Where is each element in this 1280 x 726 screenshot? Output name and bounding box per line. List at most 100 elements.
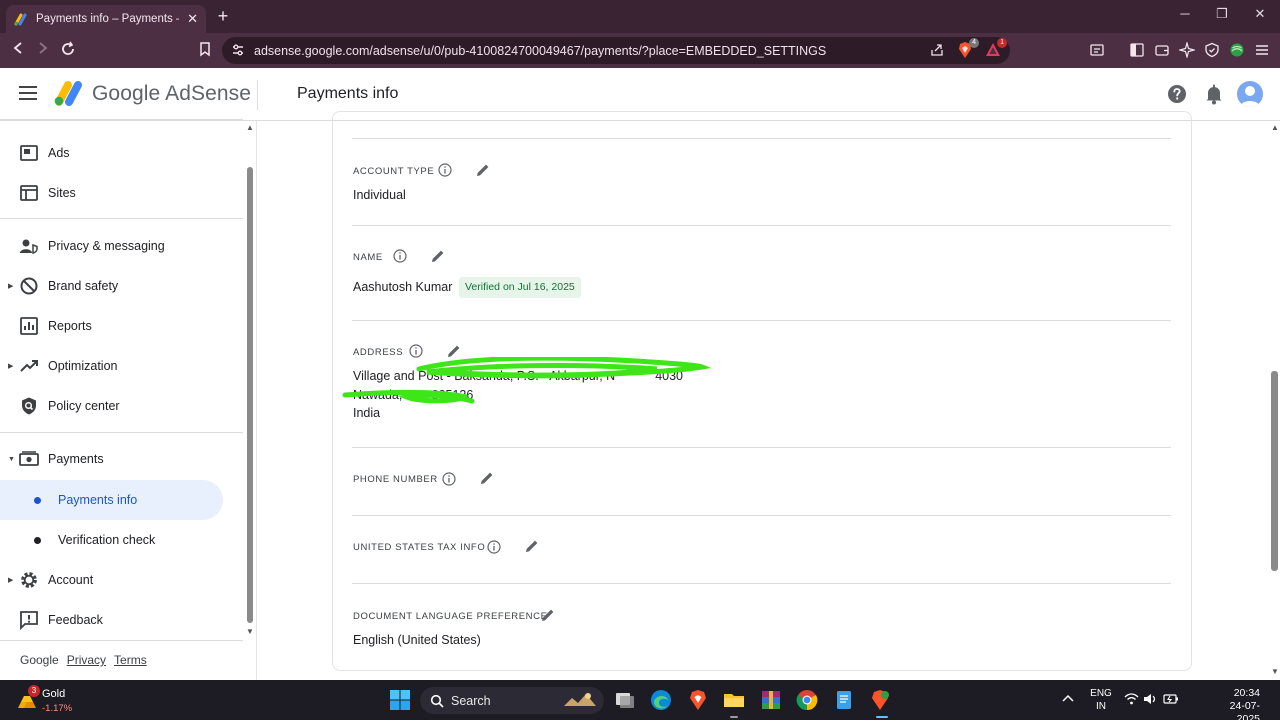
row-divider (352, 583, 1171, 584)
expand-caret-icon[interactable]: ▶ (8, 576, 13, 584)
sidebar-toggle-icon[interactable] (1129, 42, 1145, 58)
account-avatar[interactable] (1237, 81, 1263, 107)
brave-shields-icon[interactable]: 4 (956, 38, 979, 59)
extension-icon[interactable] (1229, 42, 1245, 58)
scroll-up-icon[interactable]: ▲ (1270, 123, 1280, 132)
sidebar-item-account[interactable]: ▶ Account (0, 560, 243, 600)
sidebar-nav: Ads Sites Privacy & messaging ▶ Brand sa… (0, 119, 257, 680)
account-type-value: Individual (353, 188, 406, 202)
sidebar-scrollbar[interactable]: ▲ ▼ (245, 121, 255, 641)
scroll-down-icon[interactable]: ▼ (245, 627, 255, 636)
search-icon (430, 694, 444, 708)
edit-name-icon[interactable] (430, 248, 446, 264)
block-icon (19, 276, 39, 296)
tab-close-icon[interactable]: ✕ (187, 11, 198, 27)
window-close-icon[interactable]: ✕ (1250, 6, 1270, 22)
info-icon[interactable] (442, 472, 456, 486)
wallet-icon[interactable] (1154, 42, 1170, 58)
account-type-label: ACCOUNT TYPE (353, 166, 435, 177)
page-title: Payments info (297, 85, 399, 102)
info-icon[interactable] (409, 344, 423, 358)
sidebar-item-feedback[interactable]: Feedback (0, 600, 243, 640)
wifi-icon[interactable] (1124, 693, 1139, 709)
sidebar-item-verification-check[interactable]: Verification check (0, 520, 243, 560)
help-icon[interactable] (1167, 84, 1187, 104)
main-menu-icon[interactable] (19, 86, 37, 100)
sidebar-item-label: Optimization (48, 359, 118, 373)
bookmark-icon[interactable] (195, 41, 215, 62)
sidebar-item-label: Ads (48, 146, 70, 160)
browser-tab[interactable]: Payments info – Payments – Goo ✕ (6, 5, 206, 33)
windows-start-icon[interactable] (389, 689, 411, 711)
row-divider (352, 138, 1171, 139)
sidebar-scroll-thumb[interactable] (247, 167, 253, 623)
adsense-logo[interactable] (54, 80, 84, 106)
edit-phone-icon[interactable] (479, 470, 495, 486)
browser-menu-icon[interactable] (1254, 42, 1270, 58)
sidebar-item-ads[interactable]: Ads (0, 133, 243, 173)
scroll-up-icon[interactable]: ▲ (245, 123, 255, 132)
edit-document-language-icon[interactable] (540, 607, 556, 623)
sidebar-item-label: Feedback (48, 613, 103, 627)
file-explorer-icon[interactable] (723, 689, 745, 711)
sidebar-item-label: Sites (48, 186, 76, 200)
share-icon[interactable] (930, 43, 944, 57)
show-hidden-icons-icon[interactable] (1062, 693, 1074, 707)
info-icon[interactable] (393, 249, 407, 263)
language-line-1: ENG (1090, 688, 1112, 699)
task-view-icon[interactable] (614, 689, 636, 711)
battery-icon[interactable] (1163, 693, 1179, 709)
edit-us-tax-icon[interactable] (524, 538, 540, 554)
taskbar-search[interactable]: Search (420, 687, 604, 714)
main-scroll-thumb[interactable] (1271, 371, 1278, 571)
expand-caret-icon[interactable]: ▶ (8, 362, 13, 370)
collapse-caret-icon[interactable]: ▼ (8, 456, 15, 463)
sidebar-item-sites[interactable]: Sites (0, 173, 243, 213)
sidebar-item-label: Payments (48, 452, 104, 466)
info-icon[interactable] (438, 163, 452, 177)
language-indicator[interactable]: ENG IN (1089, 687, 1113, 713)
chrome-icon[interactable] (796, 689, 818, 711)
notepad-icon[interactable] (833, 689, 855, 711)
volume-icon[interactable] (1143, 693, 1158, 709)
leo-ai-icon[interactable] (1177, 40, 1197, 60)
widget-change: -1.17% (42, 703, 73, 714)
gold-widget[interactable]: 3 Gold -1.17% (14, 685, 104, 715)
sidebar-item-payments-info[interactable]: Payments info (0, 480, 223, 520)
expand-caret-icon[interactable]: ▶ (8, 282, 13, 290)
clock-date: 24-07-2025 (1229, 700, 1260, 725)
sidebar-item-brand-safety[interactable]: ▶ Brand safety (0, 266, 243, 306)
new-tab-button[interactable]: + (213, 6, 233, 26)
edge-icon[interactable] (650, 689, 672, 711)
language-line-2: IN (1096, 701, 1106, 712)
privacy-link[interactable]: Privacy (67, 653, 106, 667)
taskbar-clock[interactable]: 20:34 24-07-2025 (1212, 687, 1260, 726)
back-icon[interactable] (8, 41, 28, 60)
forward-icon[interactable] (33, 41, 53, 60)
sidebar-item-privacy-messaging[interactable]: Privacy & messaging (0, 226, 243, 266)
minimize-icon[interactable]: ─ (1175, 6, 1195, 21)
address-bar[interactable]: adsense.google.com/adsense/u/0/pub-41008… (222, 37, 1010, 64)
reader-mode-icon[interactable] (1089, 42, 1105, 58)
notifications-icon[interactable] (1204, 83, 1224, 105)
brave-active-icon[interactable] (869, 689, 891, 711)
sidebar-item-optimization[interactable]: ▶ Optimization (0, 346, 243, 386)
main-scrollbar[interactable]: ▲ ▼ (1269, 121, 1280, 680)
edit-account-type-icon[interactable] (475, 162, 491, 178)
row-divider (352, 225, 1171, 226)
vpn-icon[interactable] (1204, 42, 1220, 58)
sidebar-item-policy-center[interactable]: Policy center (0, 386, 243, 426)
info-icon[interactable] (487, 540, 501, 554)
brave-taskbar-icon[interactable] (687, 689, 709, 711)
site-settings-icon[interactable] (231, 43, 245, 57)
winrar-icon[interactable] (760, 689, 782, 711)
maximize-icon[interactable]: ❐ (1212, 6, 1232, 22)
scroll-down-icon[interactable]: ▼ (1270, 667, 1280, 676)
sidebar-item-label: Payments info (58, 493, 138, 507)
us-tax-label: UNITED STATES TAX INFO (353, 542, 486, 553)
sidebar-item-payments[interactable]: ▼ Payments (0, 439, 243, 479)
reload-icon[interactable] (58, 41, 78, 62)
sidebar-item-reports[interactable]: Reports (0, 306, 243, 346)
brave-rewards-icon[interactable]: 1 (984, 38, 1007, 59)
terms-link[interactable]: Terms (114, 653, 147, 667)
